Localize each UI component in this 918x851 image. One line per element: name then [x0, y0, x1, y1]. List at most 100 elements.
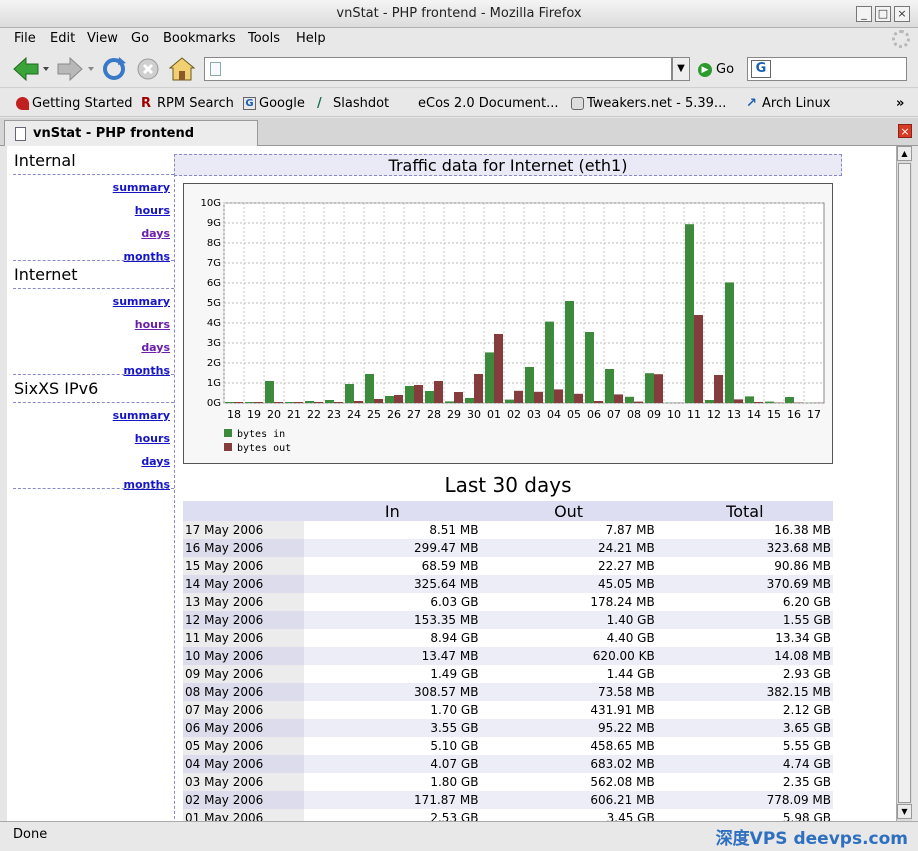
out-cell: 4.40 GB: [480, 629, 657, 647]
header-total: Total: [656, 501, 833, 521]
link-hours[interactable]: hours: [135, 432, 170, 445]
menu-tools[interactable]: Tools: [248, 31, 280, 46]
total-cell: 323.68 MB: [656, 539, 833, 557]
in-cell: 171.87 MB: [304, 791, 481, 809]
y-tick-label: 8G: [207, 238, 221, 249]
link-days[interactable]: days: [141, 341, 170, 354]
sidebar-heading: Internal: [14, 151, 76, 170]
link-summary[interactable]: summary: [113, 295, 170, 308]
bar-bytes-in: [625, 396, 634, 403]
go-label: Go: [716, 62, 735, 77]
out-cell: 178.24 MB: [480, 593, 657, 611]
out-cell: 7.87 MB: [480, 521, 657, 539]
bar-bytes-in: [505, 399, 514, 403]
menu-view[interactable]: View: [87, 31, 118, 46]
link-days[interactable]: days: [141, 455, 170, 468]
x-tick-label: 16: [787, 408, 801, 421]
table-row: 12 May 2006 153.35 MB 1.40 GB 1.55 GB: [183, 611, 833, 629]
y-tick-label: 4G: [207, 318, 221, 329]
tab-vnstat[interactable]: vnStat - PHP frontend: [4, 120, 258, 146]
url-input[interactable]: [204, 57, 672, 81]
out-cell: 606.21 MB: [480, 791, 657, 809]
window-title: vnStat - PHP frontend - Mozilla Firefox: [336, 6, 582, 21]
minimize-button[interactable]: _: [856, 6, 872, 22]
page-title: Traffic data for Internet (eth1): [174, 154, 842, 176]
divider: [13, 488, 174, 489]
legend-label: bytes in: [237, 429, 285, 440]
home-button[interactable]: [169, 56, 195, 82]
sidebar-group-sixxs: SixXS IPv6 summary hours days months: [7, 374, 174, 491]
bookmark-arch-linux[interactable]: ↗ Arch Linux: [746, 96, 831, 111]
total-cell: 90.86 MB: [656, 557, 833, 575]
scroll-up-arrow-icon[interactable]: ▲: [897, 146, 912, 161]
url-history-dropdown[interactable]: ▼: [672, 57, 690, 81]
bookmark-google[interactable]: G Google: [243, 96, 305, 111]
link-summary[interactable]: summary: [113, 409, 170, 422]
y-tick-label: 3G: [207, 338, 221, 349]
x-tick-label: 30: [467, 408, 481, 421]
header-date: [183, 501, 305, 521]
bar-bytes-out: [534, 391, 543, 403]
rpm-icon: R: [141, 96, 152, 111]
in-cell: 4.07 GB: [304, 755, 481, 773]
total-cell: 16.38 MB: [656, 521, 833, 539]
maximize-button[interactable]: □: [875, 6, 891, 22]
stop-icon: [137, 58, 159, 80]
back-button[interactable]: [12, 56, 50, 82]
x-tick-label: 09: [647, 408, 661, 421]
go-button[interactable]: ▶ Go: [698, 62, 734, 77]
header-out: Out: [480, 501, 657, 521]
bookmark-getting-started[interactable]: Getting Started: [16, 96, 133, 111]
scroll-down-arrow-icon[interactable]: ▼: [897, 804, 912, 819]
menu-help[interactable]: Help: [296, 31, 326, 46]
vertical-scrollbar[interactable]: ▲ ▼: [896, 146, 912, 821]
menu-bookmarks[interactable]: Bookmarks: [163, 31, 236, 46]
stop-button[interactable]: [136, 56, 160, 82]
close-tab-button[interactable]: ×: [898, 124, 912, 138]
status-bar: Done 深度VPS deevps.com: [0, 821, 918, 851]
bar-bytes-out: [654, 374, 663, 403]
bookmarks-overflow-chevron-icon[interactable]: »: [896, 96, 904, 111]
scroll-thumb[interactable]: [898, 163, 911, 803]
link-months[interactable]: months: [124, 478, 171, 491]
link-hours[interactable]: hours: [135, 318, 170, 331]
y-tick-label: 5G: [207, 298, 221, 309]
bookmark-tweakers[interactable]: Tweakers.net - 5.39...: [571, 96, 726, 111]
close-window-button[interactable]: ×: [894, 6, 910, 22]
date-cell: 07 May 2006: [183, 701, 305, 719]
reload-button[interactable]: [101, 56, 127, 82]
menu-edit[interactable]: Edit: [50, 31, 75, 46]
bar-bytes-out: [474, 374, 483, 403]
link-days[interactable]: days: [141, 227, 170, 240]
forward-button[interactable]: [56, 56, 96, 82]
in-cell: 8.51 MB: [304, 521, 481, 539]
total-cell: 1.55 GB: [656, 611, 833, 629]
google-search-icon: G: [751, 60, 771, 78]
bar-bytes-in: [765, 401, 774, 403]
search-input[interactable]: G: [747, 57, 907, 81]
bar-bytes-out: [454, 392, 463, 403]
bar-bytes-out: [754, 402, 763, 403]
divider: [13, 374, 174, 375]
out-cell: 24.21 MB: [480, 539, 657, 557]
bookmark-slashdot[interactable]: / Slashdot: [317, 96, 389, 111]
in-cell: 5.10 GB: [304, 737, 481, 755]
table-row: 13 May 2006 6.03 GB 178.24 MB 6.20 GB: [183, 593, 833, 611]
menu-file[interactable]: File: [14, 31, 36, 46]
x-tick-label: 20: [267, 408, 281, 421]
navigation-toolbar: ▼ ▶ Go G: [0, 50, 918, 88]
in-cell: 6.03 GB: [304, 593, 481, 611]
link-summary[interactable]: summary: [113, 181, 170, 194]
bar-bytes-in: [545, 321, 554, 403]
bar-bytes-in: [365, 374, 374, 403]
link-hours[interactable]: hours: [135, 204, 170, 217]
in-cell: 308.57 MB: [304, 683, 481, 701]
menu-go[interactable]: Go: [131, 31, 149, 46]
sidebar-heading: Internet: [14, 265, 78, 284]
bookmark-ecos[interactable]: eCos 2.0 Document...: [418, 96, 559, 111]
out-cell: 1.44 GB: [480, 665, 657, 683]
bookmark-rpm-search[interactable]: R RPM Search: [141, 96, 234, 111]
traffic-chart: 0G 1G 2G 3G 4G 5G 6G 7G 8G 9G 10G 18 19 20 21 22 23 24 25 2…: [183, 183, 833, 464]
bar-bytes-in: [385, 396, 394, 403]
table-row: 11 May 2006 8.94 GB 4.40 GB 13.34 GB: [183, 629, 833, 647]
